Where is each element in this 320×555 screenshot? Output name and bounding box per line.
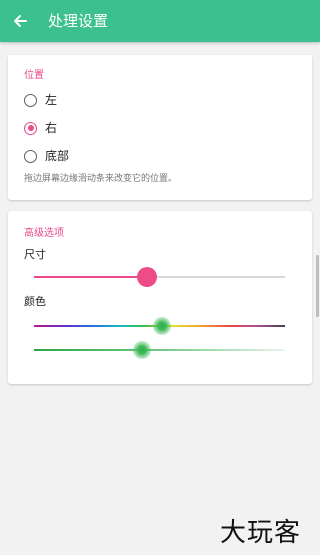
- watermark-logo: 大玩客: [220, 518, 302, 548]
- size-slider-thumb[interactable]: [136, 267, 157, 287]
- page-title: 处理设置: [48, 12, 109, 30]
- app-bar: 处理设置: [0, 0, 320, 42]
- hue-slider[interactable]: [34, 317, 285, 335]
- radio-button[interactable]: [24, 149, 37, 163]
- size-slider-fill: [34, 276, 147, 278]
- position-hint: 拖边屏幕边缘滑动条来改变它的位置。: [24, 174, 178, 184]
- lightness-slider-thumb[interactable]: [132, 341, 151, 359]
- radio-option-bottom[interactable]: 底部: [24, 145, 224, 167]
- color-label: 颜色: [24, 295, 46, 308]
- section-title-advanced: 高级选项: [24, 228, 64, 239]
- hue-slider-thumb[interactable]: [153, 317, 171, 335]
- size-label: 尺寸: [24, 248, 46, 261]
- advanced-card: 高级选项 尺寸 颜色: [8, 211, 312, 384]
- size-slider[interactable]: [34, 267, 285, 287]
- radio-label: 左: [45, 93, 58, 107]
- section-title-position: 位置: [24, 70, 44, 81]
- back-button[interactable]: [8, 9, 32, 33]
- radio-button[interactable]: [24, 121, 37, 135]
- radio-button[interactable]: [24, 93, 37, 107]
- position-card: 位置 左 右 底部 拖边屏幕边缘滑动条来改变它的位置。: [8, 55, 312, 200]
- radio-option-right[interactable]: 右: [24, 117, 224, 139]
- radio-label: 底部: [45, 149, 70, 163]
- radio-option-left[interactable]: 左: [24, 89, 224, 111]
- radio-label: 右: [45, 121, 58, 135]
- arrow-left-icon: [14, 15, 27, 27]
- lightness-slider[interactable]: [34, 341, 285, 359]
- scrollbar[interactable]: [316, 255, 319, 317]
